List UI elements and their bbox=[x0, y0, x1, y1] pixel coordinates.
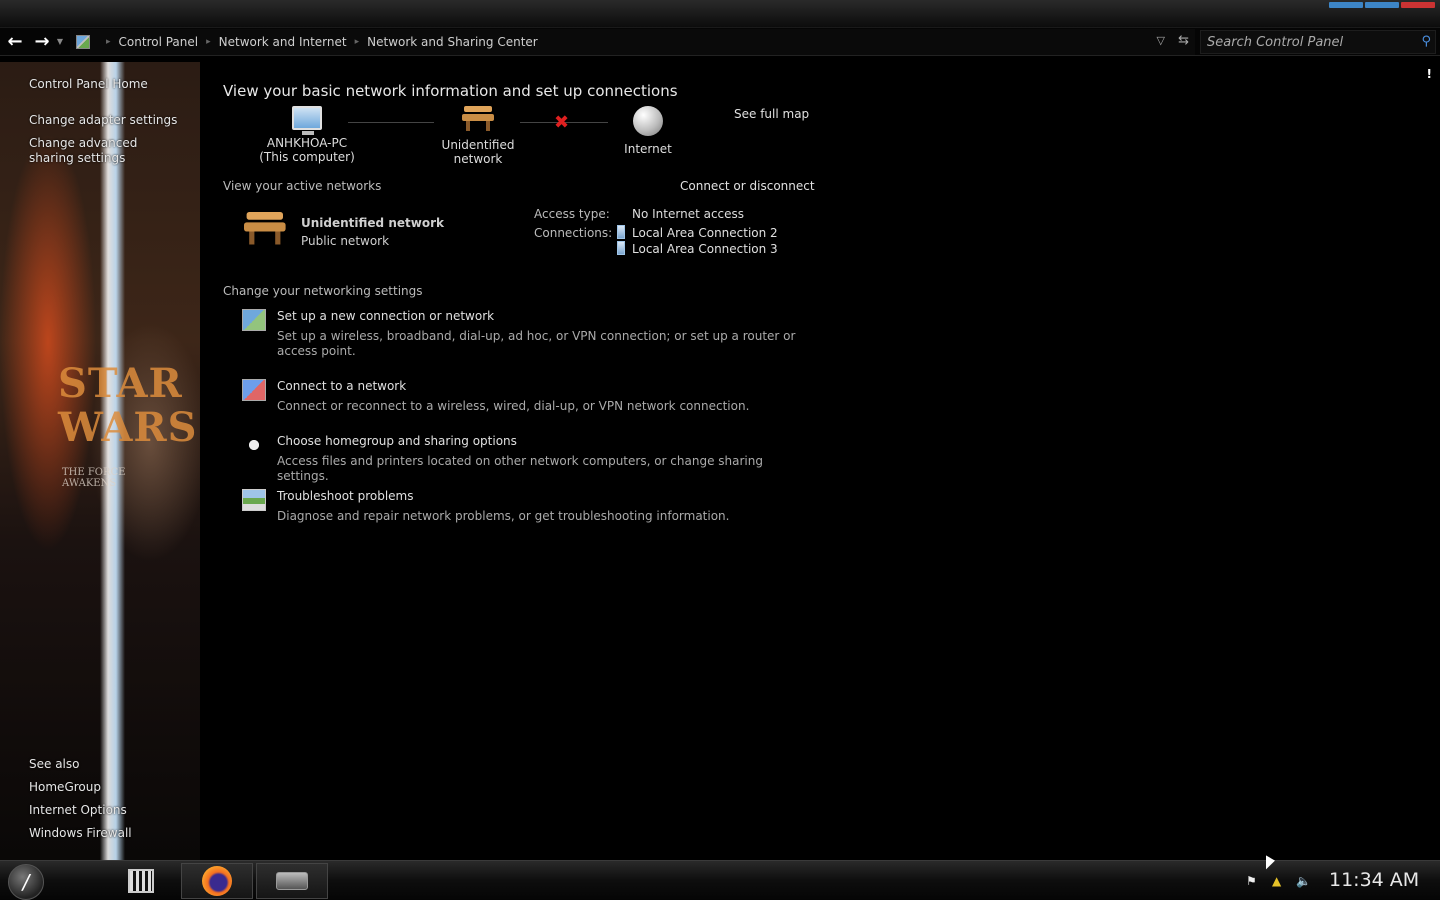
taskbar: / ⚑ ▲ 🔈 11:34 AM bbox=[0, 860, 1440, 900]
disconnected-x-icon[interactable]: ✖ bbox=[554, 112, 569, 133]
map-internet[interactable]: Internet bbox=[608, 106, 688, 156]
task-homegroup[interactable]: Choose homegroup and sharing options Acc… bbox=[242, 434, 822, 483]
internet-label: Internet bbox=[624, 142, 672, 156]
forward-button[interactable]: → bbox=[31, 32, 53, 52]
start-button[interactable]: / bbox=[8, 864, 44, 900]
connect-network-icon bbox=[242, 379, 266, 401]
computer-name: ANHKHOA-PC bbox=[266, 136, 348, 150]
recent-pages-dropdown[interactable]: ▼ bbox=[55, 32, 65, 52]
change-settings-label: Change your networking settings bbox=[223, 284, 423, 298]
map-computer[interactable]: ANHKHOA-PC (This computer) bbox=[257, 106, 357, 164]
close-button[interactable] bbox=[1401, 2, 1435, 8]
access-type-label: Access type: bbox=[534, 207, 610, 221]
connection-link-2[interactable]: Local Area Connection 2 bbox=[632, 226, 778, 240]
sidebar-internet-options[interactable]: Internet Options bbox=[29, 803, 127, 817]
search-box[interactable]: ⚲ bbox=[1200, 30, 1436, 54]
wallpaper-subtitle: THE FORCE AWAKENS bbox=[62, 467, 126, 489]
sidebar-change-adapter-settings[interactable]: Change adapter settings bbox=[29, 113, 177, 127]
search-input[interactable] bbox=[1207, 33, 1407, 51]
network-warning-icon[interactable]: ▲ bbox=[1272, 874, 1288, 888]
search-icon[interactable]: ⚲ bbox=[1421, 34, 1431, 49]
ethernet-icon bbox=[617, 241, 625, 255]
computer-icon bbox=[292, 106, 322, 135]
caption-buttons bbox=[1328, 0, 1436, 10]
task-troubleshoot[interactable]: Troubleshoot problems Diagnose and repai… bbox=[242, 489, 822, 529]
sidebar-change-advanced-sharing[interactable]: Change advanced sharing settings bbox=[29, 136, 179, 166]
back-button[interactable]: ← bbox=[4, 32, 26, 52]
task-description: Access files and printers located on oth… bbox=[277, 454, 763, 483]
breadcrumb[interactable]: ▸ Control Panel ▸ Network and Internet ▸… bbox=[70, 29, 1195, 55]
see-full-map-link[interactable]: See full map bbox=[734, 107, 809, 121]
active-network-name: Unidentified network bbox=[301, 216, 444, 230]
sidebar-homegroup[interactable]: HomeGroup bbox=[29, 780, 101, 794]
chevron-right-icon[interactable]: ▸ bbox=[106, 37, 111, 47]
troubleshoot-icon bbox=[242, 489, 266, 511]
network-name-label: Unidentified network bbox=[441, 138, 515, 166]
see-also-heading: See also bbox=[29, 757, 80, 771]
task-title[interactable]: Choose homegroup and sharing options bbox=[277, 434, 517, 448]
task-title[interactable]: Connect to a network bbox=[277, 379, 406, 393]
connection-link-3[interactable]: Local Area Connection 3 bbox=[632, 242, 778, 256]
sidebar-windows-firewall[interactable]: Windows Firewall bbox=[29, 826, 132, 840]
sidebar-control-panel-home[interactable]: Control Panel Home bbox=[29, 77, 148, 91]
connections-label: Connections: bbox=[534, 226, 613, 240]
sidebar: STAR WARS THE FORCE AWAKENS Control Pane… bbox=[0, 62, 200, 860]
film-icon bbox=[128, 869, 154, 893]
control-panel-icon bbox=[76, 35, 90, 49]
bench-network-icon bbox=[244, 212, 286, 246]
chevron-right-icon[interactable]: ▸ bbox=[206, 37, 211, 47]
new-connection-icon bbox=[242, 309, 266, 331]
ethernet-icon bbox=[617, 225, 625, 239]
page-title: View your basic network information and … bbox=[223, 82, 678, 100]
map-network[interactable]: Unidentified network bbox=[418, 106, 538, 166]
clock[interactable]: 11:34 AM bbox=[1329, 869, 1419, 891]
action-center-flag-icon[interactable]: ⚑ bbox=[1246, 874, 1262, 888]
bench-network-icon bbox=[462, 106, 494, 132]
globe-icon bbox=[633, 106, 663, 136]
access-type-value: No Internet access bbox=[632, 207, 745, 221]
taskbar-film-app[interactable] bbox=[105, 863, 177, 899]
refresh-icon[interactable]: ⇆ bbox=[1178, 33, 1189, 48]
taskbar-firefox[interactable] bbox=[181, 863, 253, 899]
breadcrumb-control-panel[interactable]: Control Panel bbox=[119, 35, 199, 49]
task-title[interactable]: Troubleshoot problems bbox=[277, 489, 413, 503]
taskbar-network-app[interactable] bbox=[256, 863, 328, 899]
task-description: Diagnose and repair network problems, or… bbox=[277, 509, 730, 523]
task-title[interactable]: Set up a new connection or network bbox=[277, 309, 494, 323]
active-network-type[interactable]: Public network bbox=[301, 234, 389, 248]
task-new-connection[interactable]: Set up a new connection or network Set u… bbox=[242, 309, 822, 359]
wallpaper-title: STAR WARS bbox=[58, 360, 198, 451]
window-titlebar bbox=[0, 0, 1440, 28]
breadcrumb-network-and-internet[interactable]: Network and Internet bbox=[219, 35, 347, 49]
volume-muted-icon[interactable]: 🔈 bbox=[1296, 874, 1312, 888]
firefox-icon bbox=[202, 866, 232, 896]
notification-mark: ! bbox=[1426, 67, 1432, 81]
task-description: Set up a wireless, broadband, dial-up, a… bbox=[277, 329, 796, 358]
network-app-icon bbox=[276, 872, 308, 890]
task-description: Connect or reconnect to a wireless, wire… bbox=[277, 399, 750, 413]
address-history-dropdown-icon[interactable]: ▽ bbox=[1157, 34, 1165, 47]
chevron-right-icon[interactable]: ▸ bbox=[355, 37, 360, 47]
breadcrumb-network-sharing-center[interactable]: Network and Sharing Center bbox=[367, 35, 538, 49]
main-content: ! View your basic network information an… bbox=[200, 62, 1440, 860]
task-connect-network[interactable]: Connect to a network Connect or reconnec… bbox=[242, 379, 822, 419]
minimize-button[interactable] bbox=[1329, 2, 1363, 8]
homegroup-icon bbox=[242, 434, 266, 456]
connect-or-disconnect-link[interactable]: Connect or disconnect bbox=[680, 179, 815, 193]
maximize-button[interactable] bbox=[1365, 2, 1399, 8]
address-bar: ← → ▼ ▸ Control Panel ▸ Network and Inte… bbox=[0, 28, 1440, 56]
active-networks-label: View your active networks bbox=[223, 179, 382, 193]
computer-sub: (This computer) bbox=[259, 150, 355, 164]
